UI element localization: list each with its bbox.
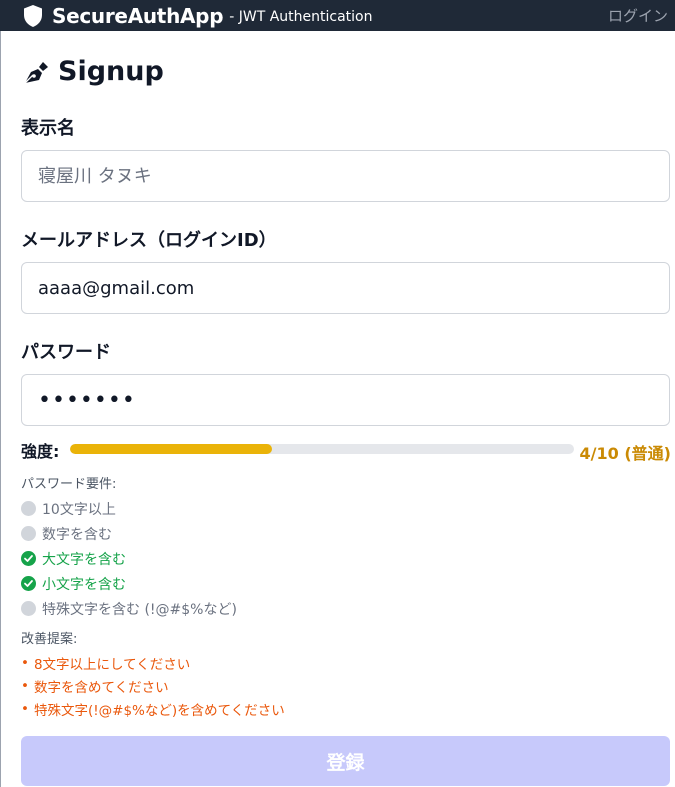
display-name-label: 表示名: [21, 118, 75, 139]
requirements-title: パスワード要件:: [21, 477, 117, 492]
check-circle-icon: [21, 576, 36, 591]
requirement-item: 10文字以上: [21, 496, 237, 521]
password-input[interactable]: [21, 374, 670, 426]
suggestion-item: • 特殊文字(!@#$%など)を含めてください: [21, 697, 285, 720]
suggestion-text: 特殊文字(!@#$%など)を含めてください: [33, 702, 285, 719]
password-label: パスワード: [21, 342, 111, 363]
suggestion-text: 数字を含めてください: [33, 679, 169, 696]
empty-circle-icon: [21, 601, 36, 616]
requirement-item: 大文字を含む: [21, 546, 237, 571]
email-label: メールアドレス（ログインID）: [21, 230, 277, 251]
pen-nib-icon: [22, 58, 50, 86]
strength-bar: [70, 444, 574, 454]
strength-score: 4/10 (普通): [579, 444, 671, 463]
bullet-icon: •: [21, 700, 29, 717]
register-button[interactable]: 登録: [21, 736, 670, 786]
email-input[interactable]: [21, 262, 670, 314]
brand[interactable]: SecureAuthApp - JWT Authentication: [22, 4, 372, 28]
navbar: SecureAuthApp - JWT Authentication ログイン: [0, 0, 675, 31]
requirement-item: 小文字を含む: [21, 571, 237, 596]
requirement-text: 特殊文字を含む (!@#$%など): [42, 601, 237, 618]
bullet-icon: •: [21, 654, 29, 671]
requirement-text: 小文字を含む: [42, 576, 126, 593]
login-link[interactable]: ログイン: [608, 5, 668, 26]
display-name-input[interactable]: [21, 150, 670, 202]
empty-circle-icon: [21, 501, 36, 516]
page-heading: Signup: [22, 56, 164, 87]
strength-label: 強度:: [21, 442, 60, 461]
brand-subtitle: - JWT Authentication: [229, 9, 373, 25]
brand-name: SecureAuthApp: [52, 3, 224, 28]
check-circle-icon: [21, 551, 36, 566]
requirement-item: 数字を含む: [21, 521, 237, 546]
requirements-list: 10文字以上 数字を含む大文字を含む 小文字を含む特殊文字を含む (!@#$%など): [21, 496, 237, 621]
requirement-text: 数字を含む: [42, 526, 112, 543]
password-strength: 強度: 4/10 (普通): [21, 439, 671, 463]
requirement-text: 大文字を含む: [42, 551, 126, 568]
requirement-text: 10文字以上: [42, 501, 116, 518]
bullet-icon: •: [21, 677, 29, 694]
requirement-item: 特殊文字を含む (!@#$%など): [21, 596, 237, 621]
strength-bar-fill: [70, 444, 272, 454]
empty-circle-icon: [21, 526, 36, 541]
content-border: [0, 31, 1, 787]
suggestions-list: • 8文字以上にしてください • 数字を含めてください • 特殊文字(!@#$%など)を含…: [21, 651, 285, 720]
shield-icon: [22, 4, 44, 28]
page-title: Signup: [58, 56, 164, 87]
suggestion-item: • 8文字以上にしてください: [21, 651, 285, 674]
suggestions-title: 改善提案:: [21, 632, 78, 647]
suggestion-item: • 数字を含めてください: [21, 674, 285, 697]
suggestion-text: 8文字以上にしてください: [33, 656, 191, 673]
